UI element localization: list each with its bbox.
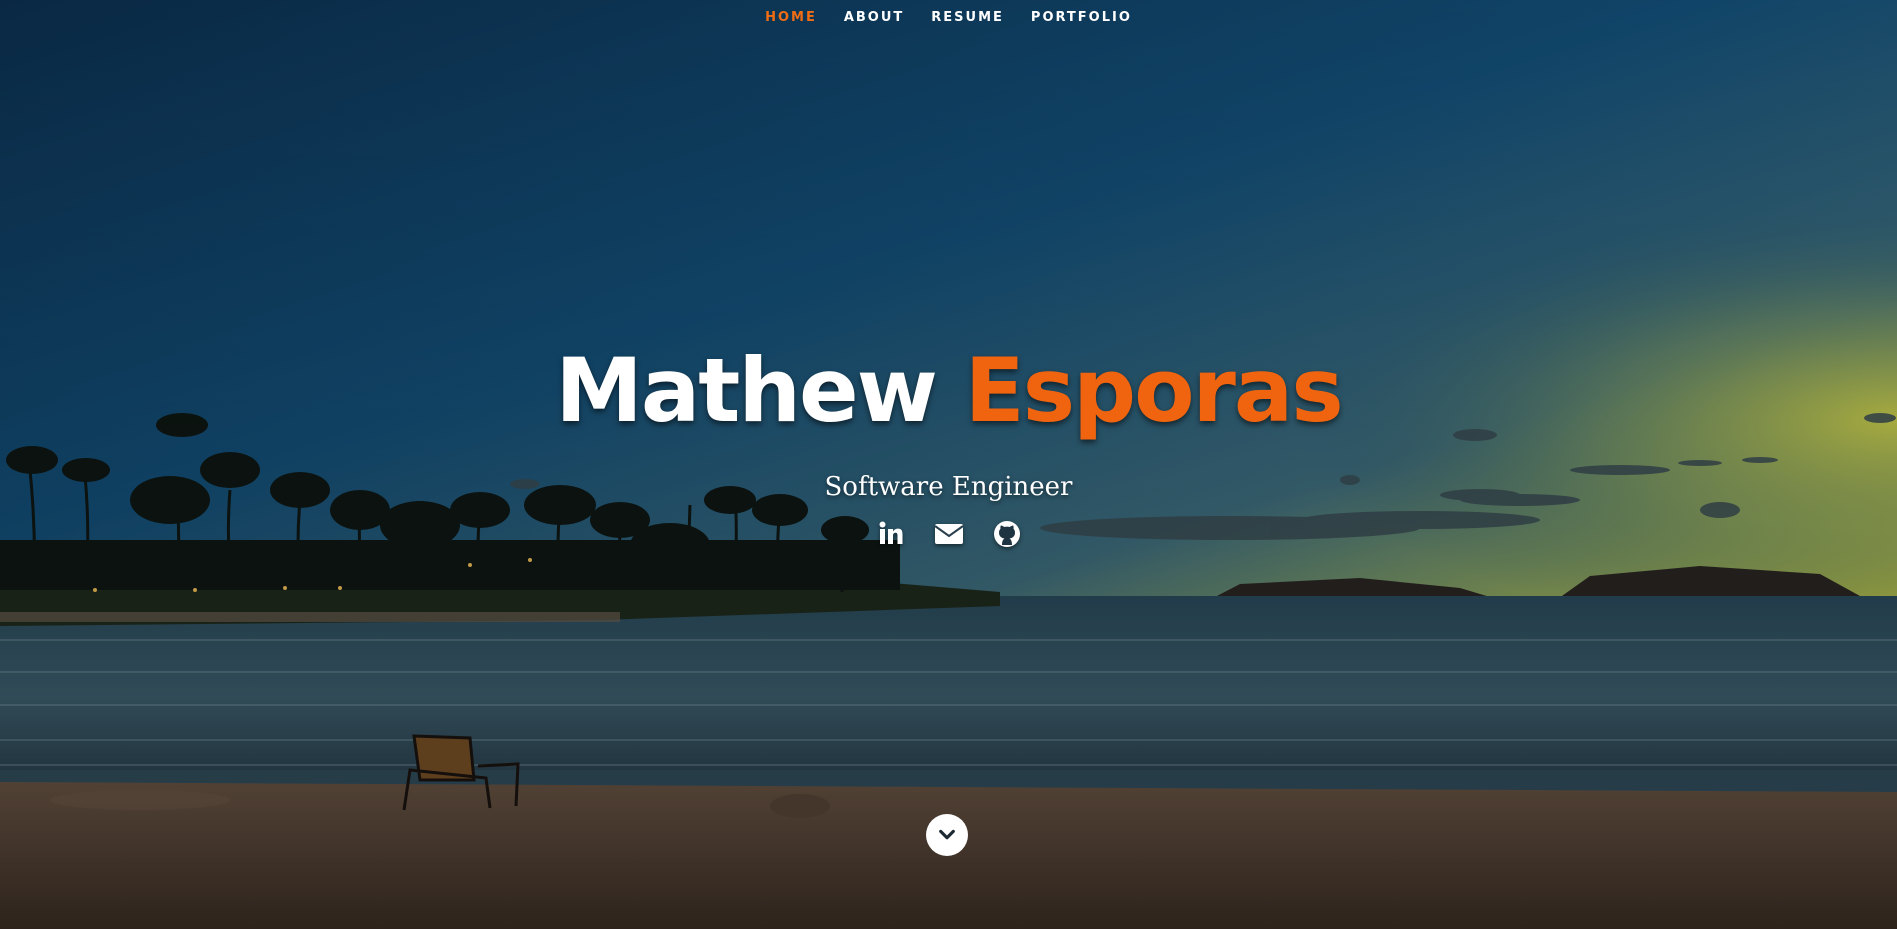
hero-section: HOME ABOUT RESUME PORTFOLIO Mathew Espor… [0,0,1897,929]
chevron-down-icon [939,829,955,840]
linkedin-icon[interactable] [875,518,907,550]
hero-name: Mathew Esporas [0,347,1897,435]
last-name: Esporas [964,339,1344,442]
scroll-down-button[interactable] [926,814,968,856]
nav-portfolio[interactable]: PORTFOLIO [1031,10,1132,25]
nav-about[interactable]: ABOUT [844,10,904,25]
envelope-icon[interactable] [933,518,965,550]
main-nav: HOME ABOUT RESUME PORTFOLIO [0,10,1897,25]
github-icon[interactable] [991,518,1023,550]
first-name: Mathew [555,339,938,442]
beach-sunset-background [0,0,1897,929]
nav-home[interactable]: HOME [765,10,817,25]
social-links [0,518,1897,550]
hero-subtitle: Software Engineer [824,472,1073,502]
nav-resume[interactable]: RESUME [931,10,1004,25]
